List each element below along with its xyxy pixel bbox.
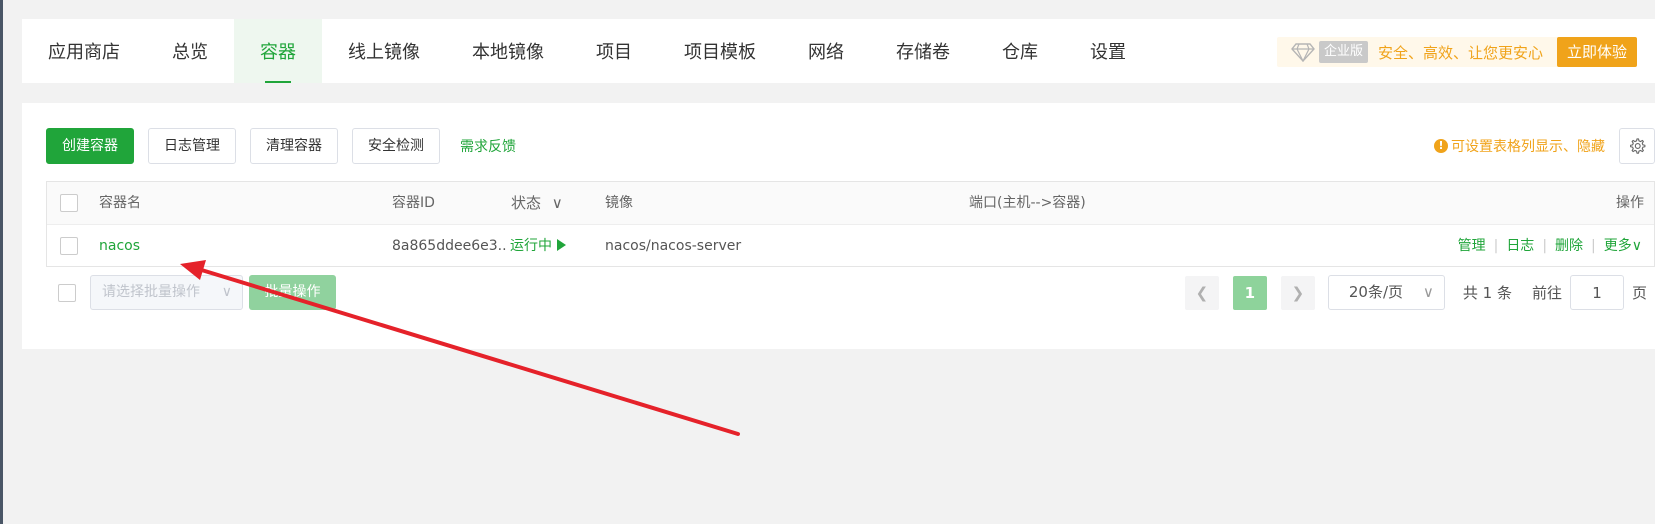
tab-networks[interactable]: 网络 [782, 19, 870, 83]
tab-app-store[interactable]: 应用商店 [22, 19, 146, 83]
row-actions: 管理 | 日志 | 删除 | 更多∨ [1458, 225, 1642, 267]
tab-settings[interactable]: 设置 [1064, 19, 1152, 83]
chevron-right-icon: ❯ [1291, 283, 1305, 302]
row-checkbox[interactable] [60, 237, 78, 255]
tab-projects[interactable]: 项目 [570, 19, 658, 83]
more-link[interactable]: 更多∨ [1604, 238, 1642, 254]
col-status-label: 状态 [511, 194, 542, 212]
create-container-button[interactable]: 创建容器 [46, 128, 134, 164]
col-image: 镜像 [605, 195, 633, 211]
diamond-icon [1291, 43, 1315, 62]
chevron-down-icon: ∨ [1422, 283, 1434, 301]
chevron-down-icon: ∨ [1631, 238, 1642, 254]
col-ops: 操作 [1616, 195, 1644, 211]
batch-action-button[interactable]: 批量操作 [249, 275, 336, 310]
table-row: nacos 8a865ddee6e3.. 运行中 nacos/nacos-ser… [47, 225, 1654, 267]
top-nav: 应用商店 总览 容器 线上镜像 本地镜像 项目 项目模板 网络 存储卷 仓库 设… [22, 19, 1655, 83]
chevron-left-icon: ❮ [1195, 283, 1209, 302]
try-now-button[interactable]: 立即体验 [1556, 37, 1637, 67]
container-status: 运行中 [510, 225, 566, 267]
more-label: 更多 [1603, 238, 1632, 254]
next-page-button[interactable]: ❯ [1280, 275, 1315, 310]
total-count: 共 1 条 [1462, 284, 1512, 302]
goto-page-input[interactable] [1569, 275, 1624, 310]
chevron-down-icon: ∨ [221, 284, 232, 300]
col-name: 容器名 [99, 195, 141, 211]
pagination: ❮ 1 ❯ 20条/页 ∨ 共 1 条 前往 页 [1184, 275, 1647, 310]
tab-local-images[interactable]: 本地镜像 [446, 19, 570, 83]
divider: | [1493, 238, 1499, 254]
clean-containers-button[interactable]: 清理容器 [250, 128, 338, 164]
log-link[interactable]: 日志 [1506, 238, 1534, 254]
containers-table: 容器名 容器ID 状态 ∨ 镜像 端口(主机-->容器) 操作 nacos 8a… [46, 181, 1655, 267]
col-ports: 端口(主机-->容器) [969, 195, 1086, 211]
divider: | [1591, 238, 1596, 254]
col-status[interactable]: 状态 ∨ [511, 182, 563, 224]
batch-select-checkbox[interactable] [58, 284, 76, 302]
chevron-down-icon: ∨ [551, 194, 563, 212]
tab-project-templates[interactable]: 项目模板 [658, 19, 782, 83]
col-id: 容器ID [392, 195, 435, 211]
container-id: 8a865ddee6e3.. [392, 238, 507, 254]
toolbar: 创建容器 日志管理 清理容器 安全检测 需求反馈 [46, 128, 516, 164]
tab-registry[interactable]: 仓库 [976, 19, 1064, 83]
log-management-button[interactable]: 日志管理 [148, 128, 236, 164]
container-name-link[interactable]: nacos [99, 225, 140, 267]
enterprise-badge: 企业版 [1318, 41, 1368, 63]
divider: | [1542, 238, 1548, 254]
info-icon: ! [1434, 139, 1448, 153]
container-image: nacos/nacos-server [605, 238, 742, 254]
play-icon [557, 239, 566, 251]
batch-select-placeholder: 请选择批量操作 [102, 284, 200, 300]
page-size-select[interactable]: 20条/页 ∨ [1327, 275, 1445, 310]
promo-slogan: 安全、高效、让您更安心 [1377, 43, 1543, 62]
containers-panel: 创建容器 日志管理 清理容器 安全检测 需求反馈 ! 可设置表格列显示、隐藏 容… [22, 103, 1655, 349]
goto-label: 前往 [1531, 284, 1562, 302]
tab-overview[interactable]: 总览 [146, 19, 234, 83]
column-settings-tip: ! 可设置表格列显示、隐藏 [1434, 136, 1605, 156]
tip-text: 可设置表格列显示、隐藏 [1451, 139, 1605, 155]
manage-link[interactable]: 管理 [1458, 238, 1486, 254]
security-check-button[interactable]: 安全检测 [352, 128, 440, 164]
gear-icon [1630, 138, 1646, 154]
batch-action-select[interactable]: 请选择批量操作 ∨ [90, 275, 243, 310]
page-size-value: 20条/页 [1348, 283, 1404, 301]
page-number-current[interactable]: 1 [1232, 275, 1267, 310]
table-header: 容器名 容器ID 状态 ∨ 镜像 端口(主机-->容器) 操作 [47, 182, 1654, 225]
tab-online-images[interactable]: 线上镜像 [322, 19, 446, 83]
select-all-checkbox[interactable] [60, 194, 78, 212]
goto-suffix: 页 [1631, 284, 1647, 302]
column-settings-button[interactable] [1619, 128, 1655, 164]
prev-page-button[interactable]: ❮ [1184, 275, 1219, 310]
enterprise-promo: 企业版 安全、高效、让您更安心 立即体验 [1276, 37, 1637, 67]
tab-containers[interactable]: 容器 [234, 19, 322, 83]
tab-volumes[interactable]: 存储卷 [870, 19, 976, 83]
status-text: 运行中 [510, 238, 552, 254]
delete-link[interactable]: 删除 [1555, 238, 1583, 254]
window-edge [0, 0, 3, 524]
feedback-link[interactable]: 需求反馈 [460, 136, 516, 156]
